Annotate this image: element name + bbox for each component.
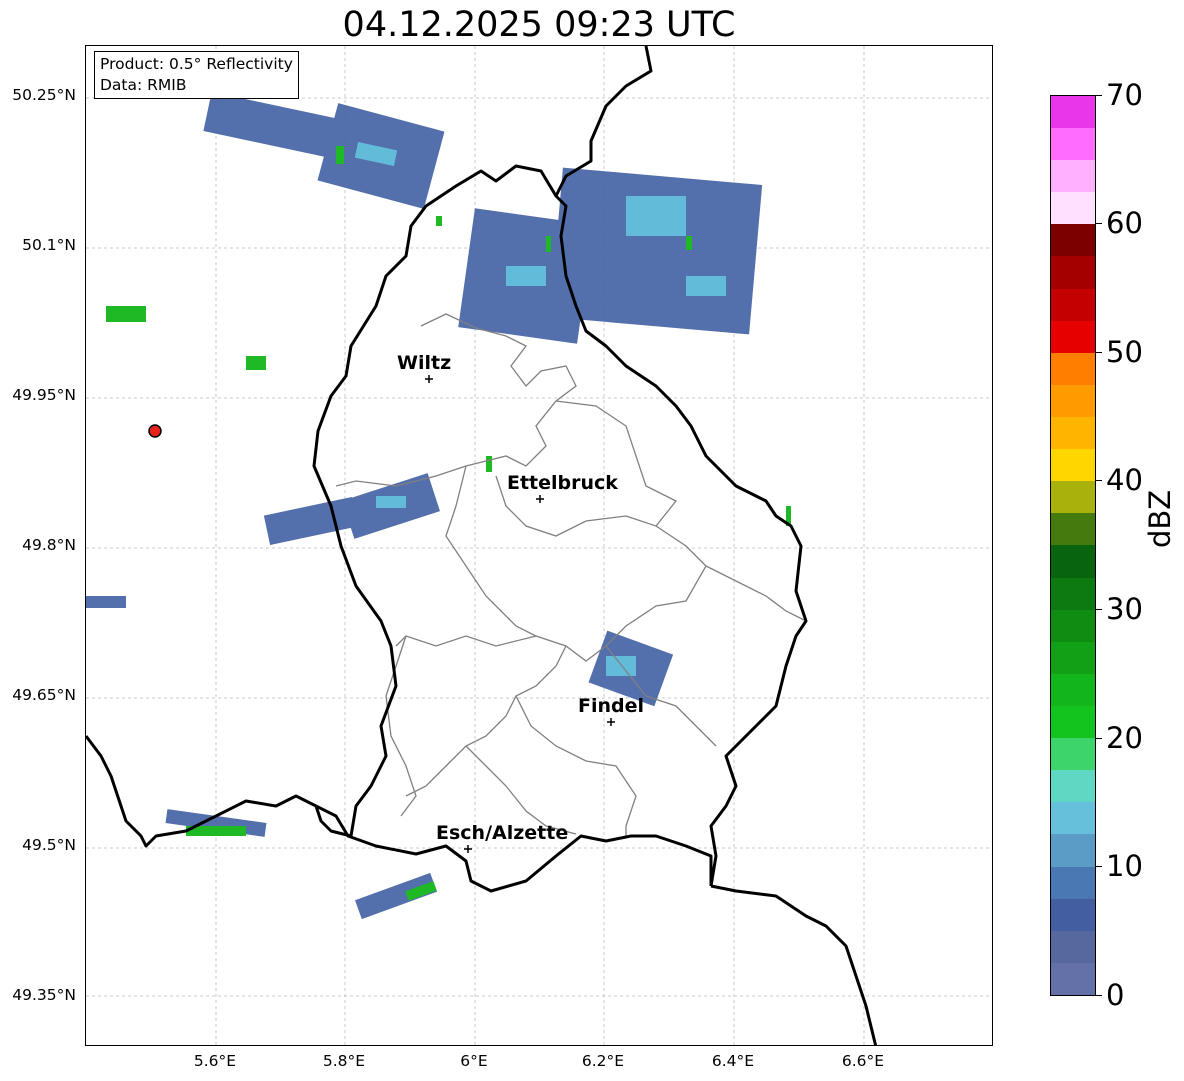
colorbar-segment <box>1051 384 1095 418</box>
lon-tick-label: 5.6°E <box>193 1052 237 1070</box>
lat-tick-label: 49.65°N <box>12 686 76 704</box>
colorbar-tick <box>1096 738 1102 739</box>
colorbar-segment <box>1051 417 1095 450</box>
map-canvas: Wiltz Ettelbruck Findel Esch/Alzette <box>86 46 992 1045</box>
colorbar-tick <box>1096 352 1102 353</box>
radar-map[interactable]: Wiltz Ettelbruck Findel Esch/Alzette <box>85 45 993 1046</box>
radar-echoes <box>86 91 791 920</box>
colorbar-segment <box>1051 256 1095 289</box>
colorbar-tick-label: 60 <box>1106 206 1143 240</box>
lat-tick-label: 49.5°N <box>22 836 76 854</box>
colorbar-tick-label: 0 <box>1106 978 1125 1012</box>
colorbar-tick-label: 50 <box>1106 335 1143 369</box>
colorbar-tick <box>1096 223 1102 224</box>
product-line: Product: 0.5° Reflectivity <box>100 55 293 73</box>
colorbar-segment <box>1051 320 1095 353</box>
colorbar-segment <box>1051 545 1095 578</box>
colorbar-segment <box>1051 224 1095 257</box>
city-markers <box>425 375 615 853</box>
colorbar-segment <box>1051 898 1095 931</box>
colorbar-segment <box>1051 802 1095 835</box>
colorbar <box>1050 95 1096 996</box>
lon-tick-label: 6.4°E <box>711 1052 755 1070</box>
colorbar-tick <box>1096 609 1102 610</box>
colorbar-segment <box>1051 706 1095 739</box>
colorbar-segment <box>1051 577 1095 610</box>
lat-tick-label: 49.95°N <box>12 386 76 404</box>
colorbar-segment <box>1051 930 1095 963</box>
lat-tick-label: 50.1°N <box>22 236 76 254</box>
data-source-line: Data: RMIB <box>100 76 187 94</box>
colorbar-segment <box>1051 160 1095 193</box>
colorbar-segment <box>1051 449 1095 482</box>
radar-site-icon[interactable] <box>148 424 162 438</box>
city-labels: Wiltz Ettelbruck Findel Esch/Alzette <box>397 352 644 844</box>
colorbar-segment <box>1051 192 1095 225</box>
colorbar-segment <box>1051 481 1095 514</box>
colorbar-tick-label: 30 <box>1106 592 1143 626</box>
grid-lines <box>86 46 992 1045</box>
colorbar-segment <box>1051 834 1095 867</box>
map-title: 04.12.2025 09:23 UTC <box>342 5 736 45</box>
colorbar-segment <box>1051 770 1095 803</box>
lon-tick-label: 6.2°E <box>581 1052 625 1070</box>
colorbar-tick <box>1096 866 1102 867</box>
colorbar-segment <box>1051 866 1095 899</box>
city-label-esch-alzette: Esch/Alzette <box>436 822 568 844</box>
colorbar-tick-label: 40 <box>1106 463 1143 497</box>
colorbar-segment <box>1051 513 1095 546</box>
colorbar-segment <box>1051 609 1095 642</box>
city-label-wiltz: Wiltz <box>397 352 451 374</box>
colorbar-segment <box>1051 95 1095 129</box>
colorbar-tick-label: 10 <box>1106 849 1143 883</box>
lon-tick-label: 5.8°E <box>322 1052 366 1070</box>
radar-site-marker[interactable] <box>148 424 162 438</box>
colorbar-segment <box>1051 738 1095 771</box>
colorbar-tick <box>1096 95 1102 96</box>
lon-tick-label: 6°E <box>460 1052 488 1070</box>
colorbar-tick <box>1096 995 1102 996</box>
colorbar-unit-label: dBZ <box>1143 489 1177 548</box>
lon-tick-label: 6.6°E <box>841 1052 885 1070</box>
colorbar-segment <box>1051 962 1095 995</box>
colorbar-segment <box>1051 352 1095 385</box>
colorbar-segment <box>1051 288 1095 321</box>
city-label-ettelbruck: Ettelbruck <box>507 472 618 494</box>
colorbar-segment <box>1051 641 1095 674</box>
colorbar-segment <box>1051 673 1095 707</box>
product-info-box: Product: 0.5° Reflectivity Data: RMIB <box>94 51 299 99</box>
colorbar-tick <box>1096 480 1102 481</box>
colorbar-tick-label: 70 <box>1106 78 1143 112</box>
city-label-findel: Findel <box>578 695 644 717</box>
colorbar-tick-label: 20 <box>1106 721 1143 755</box>
colorbar-segment <box>1051 128 1095 161</box>
lat-tick-label: 50.25°N <box>12 86 76 104</box>
lat-tick-label: 49.8°N <box>22 536 76 554</box>
lat-tick-label: 49.35°N <box>12 986 76 1004</box>
lux-cantons <box>335 313 807 836</box>
